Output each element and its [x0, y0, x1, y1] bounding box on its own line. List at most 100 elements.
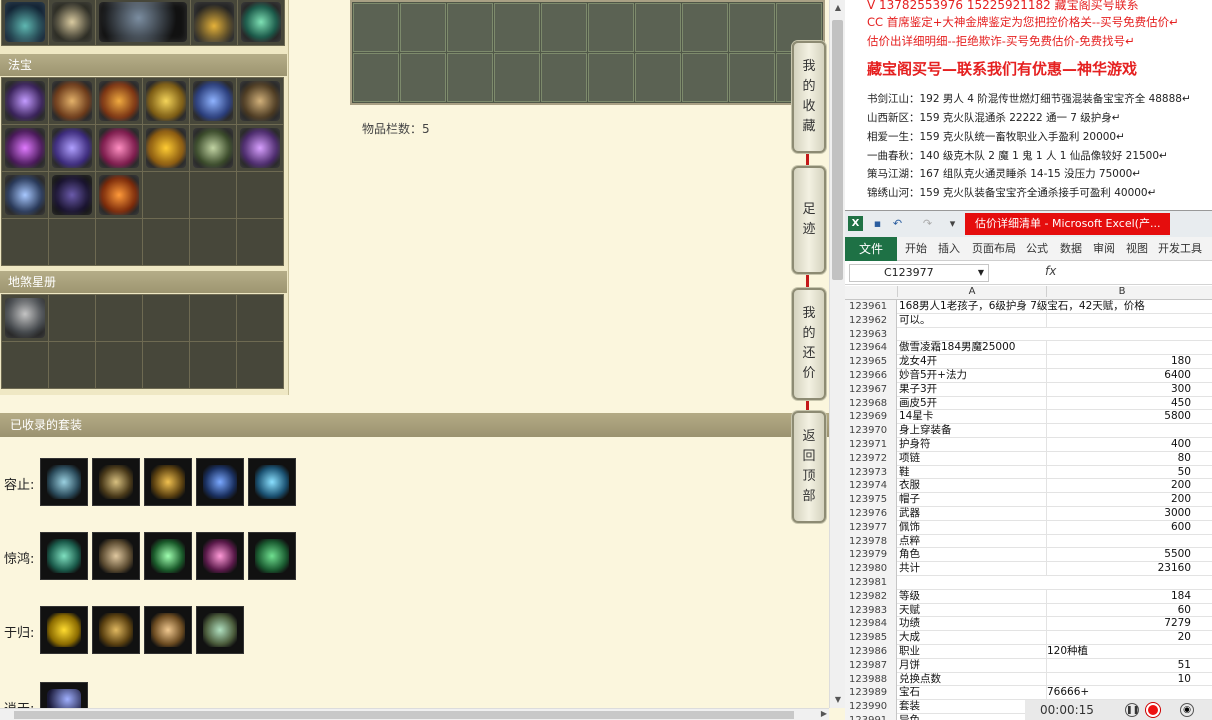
set-item-icon[interactable] — [40, 458, 88, 506]
cell-a[interactable]: 傲雪凌霜184男魔25000 — [897, 341, 1047, 356]
fabao-slot[interactable] — [190, 78, 236, 124]
cell-a[interactable]: 大成 — [897, 631, 1047, 645]
cell-b[interactable]: 184 — [1047, 590, 1191, 604]
set-item-icon[interactable] — [196, 606, 244, 654]
disha-slot-empty[interactable] — [143, 342, 189, 388]
set-item-icon[interactable] — [144, 606, 192, 654]
row-number[interactable]: 123965 — [845, 355, 897, 369]
cell-b[interactable]: 7279 — [1047, 617, 1191, 631]
row-number[interactable]: 123988 — [845, 672, 897, 687]
tab-formulas[interactable]: 公式 — [1026, 237, 1048, 261]
cell-b[interactable]: 600 — [1047, 521, 1191, 535]
disha-slot-empty[interactable] — [143, 295, 189, 341]
row-number[interactable]: 123963 — [845, 327, 897, 342]
storage-slot[interactable] — [729, 3, 775, 52]
scroll-thumb-horizontal[interactable] — [14, 711, 794, 719]
set-item-icon[interactable] — [144, 532, 192, 580]
row-number[interactable]: 123976 — [845, 506, 897, 521]
fabao-slot[interactable] — [237, 78, 283, 124]
cell-a[interactable]: 职业 — [897, 644, 1047, 659]
row-number[interactable]: 123961 — [845, 300, 897, 314]
set-item-icon[interactable] — [92, 458, 140, 506]
row-number[interactable]: 123970 — [845, 424, 897, 438]
set-item-icon[interactable] — [196, 532, 244, 580]
tab-page-layout[interactable]: 页面布局 — [972, 237, 1016, 261]
cell-b[interactable]: 180 — [1047, 355, 1191, 369]
cell-a[interactable]: 月饼 — [897, 658, 1047, 673]
row-number[interactable]: 123977 — [845, 520, 897, 535]
fabao-slot-empty[interactable] — [190, 219, 236, 265]
cell-a[interactable]: 天赋 — [897, 603, 1047, 618]
tab-data[interactable]: 数据 — [1060, 237, 1082, 261]
cell-a[interactable]: 龙女4开 — [897, 355, 1047, 369]
storage-slot[interactable] — [353, 3, 399, 52]
cell-b[interactable]: 120种植 — [1047, 645, 1191, 659]
camera-icon[interactable]: ◉ — [1180, 703, 1194, 717]
row-number[interactable]: 123980 — [845, 562, 897, 576]
set-item-icon[interactable] — [196, 458, 244, 506]
cell-a[interactable]: 身上穿装备 — [897, 424, 1047, 438]
cell-b[interactable]: 20 — [1047, 631, 1191, 645]
row-number[interactable]: 123989 — [845, 686, 897, 701]
cell-b[interactable]: 3000 — [1047, 507, 1191, 521]
row-number[interactable]: 123973 — [845, 465, 897, 480]
fabao-slot[interactable] — [49, 78, 95, 124]
fabao-slot-empty[interactable] — [96, 219, 142, 265]
cell-b[interactable]: 50 — [1047, 466, 1191, 480]
cell-b[interactable]: 400 — [1047, 438, 1191, 452]
disha-slot-empty[interactable] — [237, 295, 283, 341]
pause-icon[interactable]: ❚❚ — [1125, 703, 1139, 717]
cell-a[interactable]: 角色 — [897, 548, 1047, 563]
fabao-slot-empty[interactable] — [143, 172, 189, 218]
bag-slot[interactable] — [96, 0, 190, 45]
storage-slot[interactable] — [541, 3, 587, 52]
cell-a[interactable]: 宝石 — [897, 686, 1047, 701]
disha-slot-empty[interactable] — [96, 342, 142, 388]
storage-slot[interactable] — [494, 3, 540, 52]
storage-slot[interactable] — [588, 3, 634, 52]
cell-a[interactable]: 项链 — [897, 451, 1047, 466]
fabao-slot[interactable] — [2, 78, 48, 124]
cell-a[interactable]: 妙音5开+法力 — [897, 368, 1047, 383]
tab-insert[interactable]: 插入 — [938, 237, 960, 261]
cell-b[interactable]: 60 — [1047, 604, 1191, 618]
scroll-thumb[interactable] — [832, 20, 843, 280]
name-box[interactable]: C123977 ▼ — [849, 264, 989, 282]
row-number[interactable]: 123978 — [845, 534, 897, 549]
bag-slot[interactable] — [238, 0, 284, 45]
column-header-a[interactable]: A — [897, 286, 1047, 297]
storage-slot[interactable] — [682, 53, 728, 102]
vertical-scrollbar[interactable]: ▲ ▼ — [829, 0, 845, 708]
tab-home[interactable]: 开始 — [905, 237, 927, 261]
scroll-up-icon[interactable]: ▲ — [830, 0, 845, 16]
fabao-slot-empty[interactable] — [49, 219, 95, 265]
cell-b[interactable]: 80 — [1047, 452, 1191, 466]
customize-toolbar-icon[interactable]: ▾ — [945, 216, 960, 231]
set-item-icon[interactable] — [40, 532, 88, 580]
fabao-slot-empty[interactable] — [237, 172, 283, 218]
row-number[interactable]: 123985 — [845, 631, 897, 645]
cell-a[interactable]: 兑换点数 — [897, 672, 1047, 687]
cell-b[interactable]: 10 — [1047, 673, 1191, 687]
row-number[interactable]: 123982 — [845, 589, 897, 604]
fabao-slot-empty[interactable] — [237, 219, 283, 265]
cell-a[interactable]: 共计 — [897, 562, 1047, 576]
cell-b[interactable]: 450 — [1047, 397, 1191, 411]
disha-slot[interactable] — [2, 295, 48, 341]
storage-slot[interactable] — [447, 53, 493, 102]
set-item-icon[interactable] — [40, 606, 88, 654]
row-number[interactable]: 123974 — [845, 479, 897, 494]
set-item-icon[interactable] — [92, 532, 140, 580]
cell-b[interactable]: 200 — [1047, 479, 1191, 493]
cell-a[interactable]: 衣服 — [897, 479, 1047, 494]
bag-slot[interactable] — [191, 0, 237, 45]
chevron-down-icon[interactable]: ▼ — [978, 265, 984, 281]
row-number[interactable]: 123984 — [845, 617, 897, 632]
fabao-slot[interactable] — [96, 125, 142, 171]
horizontal-scrollbar[interactable]: ▶ — [0, 708, 829, 720]
storage-slot[interactable] — [541, 53, 587, 102]
cell-a[interactable]: 等级 — [897, 589, 1047, 604]
cell-a[interactable]: 佩饰 — [897, 520, 1047, 535]
tab-view[interactable]: 视图 — [1126, 237, 1148, 261]
storage-slot[interactable] — [494, 53, 540, 102]
